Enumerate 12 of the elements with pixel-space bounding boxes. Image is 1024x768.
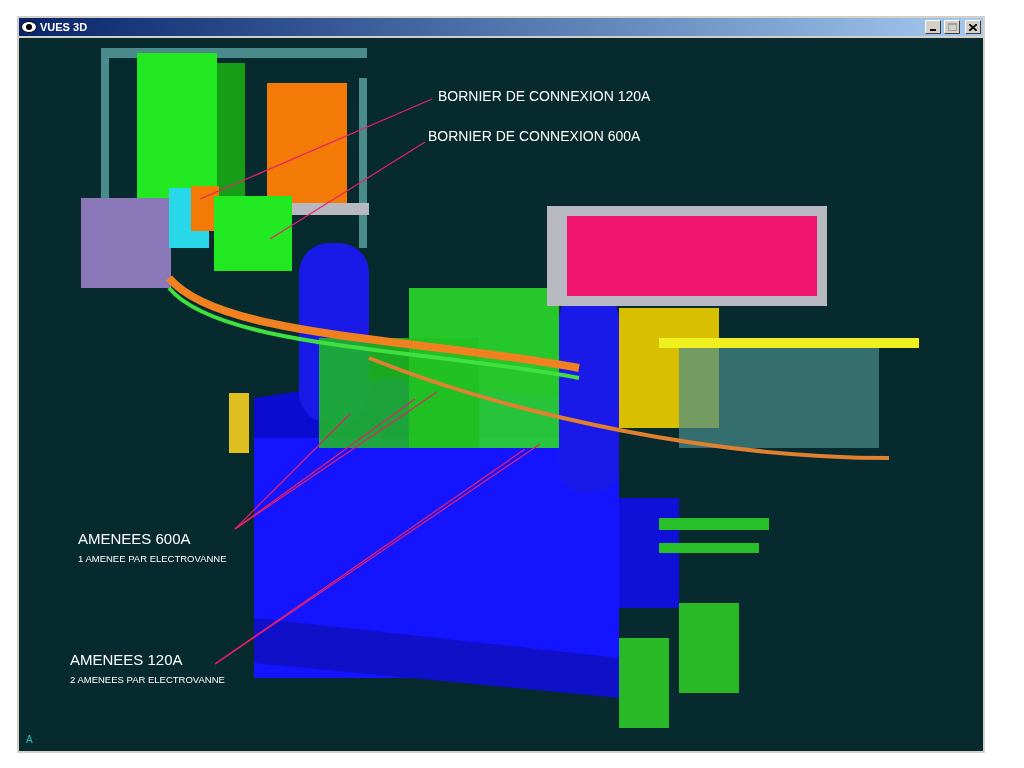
window-title: VUES 3D	[40, 21, 88, 33]
eye-icon	[21, 21, 37, 33]
close-button[interactable]	[965, 20, 981, 34]
callout-note: 2 AMENEES PAR ELECTROVANNE	[70, 675, 225, 685]
callout-note: 1 AMENEE PAR ELECTROVANNE	[78, 554, 227, 564]
close-icon	[969, 23, 977, 31]
minimize-button[interactable]	[925, 20, 941, 34]
callout-title: AMENEES 120A	[70, 652, 184, 667]
axis-marker: A	[26, 735, 33, 745]
callout-title: AMENEES 600A	[78, 531, 192, 546]
callout-title: BORNIER DE CONNEXION 120A	[438, 89, 651, 103]
callout-title: BORNIER DE CONNEXION 600A	[428, 129, 641, 143]
